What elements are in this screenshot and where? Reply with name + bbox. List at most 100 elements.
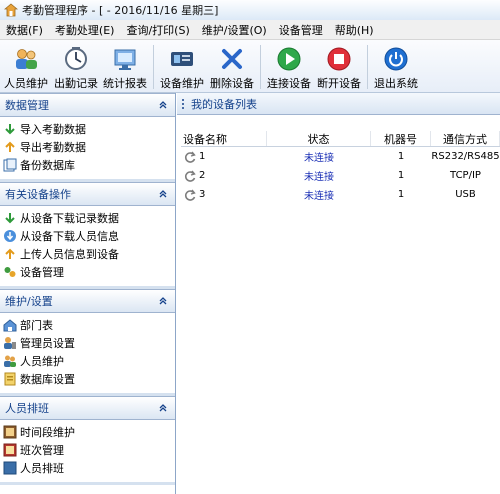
machine-id: 1 — [397, 189, 405, 200]
sidebar-item-shift-management[interactable]: 班次管理 — [3, 441, 175, 459]
comm-mode: TCP/IP — [450, 170, 481, 181]
sidebar-item-backup-database[interactable]: 备份数据库 — [3, 156, 175, 174]
schedule-icon — [3, 461, 17, 475]
sidebar-item-label: 班次管理 — [20, 444, 64, 457]
database-icon — [4, 372, 16, 386]
sidebar-item-label: 部门表 — [20, 319, 53, 332]
grip-dots-icon — [182, 98, 184, 109]
menu-bar: 数据(F) 考勤处理(E) 查询/打印(S) 维护/设置(O) 设备管理 帮助(… — [0, 20, 500, 40]
collapse-up-icon[interactable] — [157, 188, 169, 200]
comm-mode: RS232/RS485 — [431, 151, 500, 162]
device-name: 2 — [199, 170, 206, 181]
panel-title: 数据管理 — [5, 99, 49, 112]
refresh-icon — [184, 151, 196, 163]
collapse-up-icon[interactable] — [157, 402, 169, 414]
panel-header[interactable]: 有关设备操作 — [0, 182, 175, 206]
device-icon — [168, 45, 196, 73]
column-header-machine-id[interactable]: 机器号 — [371, 131, 431, 146]
column-header-comm-mode[interactable]: 通信方式 — [431, 131, 500, 146]
sidebar-item-label: 人员维护 — [20, 355, 64, 368]
report-icon — [111, 45, 139, 73]
people-icon — [12, 45, 40, 73]
toolbar-separator — [367, 45, 368, 89]
sidebar-item-download-people[interactable]: 从设备下载人员信息 — [3, 227, 175, 245]
column-header-name[interactable]: 设备名称 — [181, 131, 267, 146]
delete-device-button[interactable]: 删除设备 — [207, 45, 257, 91]
table-row[interactable]: 3 未连接 1 USB — [181, 185, 500, 204]
sidebar-item-upload-people[interactable]: 上传人员信息到设备 — [3, 245, 175, 263]
connect-device-button[interactable]: 连接设备 — [264, 45, 314, 91]
sidebar: 数据管理 导入考勤数据 导出考勤数据 备份数据库 有关设备操作 从设备下载记录数… — [0, 93, 176, 494]
menu-attendance[interactable]: 考勤处理(E) — [49, 22, 121, 38]
comm-mode: USB — [455, 189, 476, 200]
sidebar-item-department[interactable]: 部门表 — [3, 316, 175, 334]
sidebar-item-import-data[interactable]: 导入考勤数据 — [3, 120, 175, 138]
department-icon — [3, 319, 17, 332]
menu-device-manage[interactable]: 设备管理 — [273, 22, 329, 38]
machine-id: 1 — [397, 151, 405, 162]
device-table: 设备名称 状态 机器号 通信方式 1 未连接 1 RS232/RS485 2 未… — [181, 131, 500, 204]
cell-name: 1 — [181, 150, 267, 164]
exit-system-button[interactable]: 退出系统 — [371, 45, 421, 91]
leave-record-button[interactable]: 出勤记录 — [52, 45, 100, 91]
sidebar-item-label: 从设备下载人员信息 — [20, 230, 119, 243]
person-maintain-button[interactable]: 人员维护 — [0, 45, 52, 91]
collapse-up-icon[interactable] — [157, 295, 169, 307]
page-title: 我的设备列表 — [191, 97, 257, 111]
export-arrow-icon — [5, 141, 15, 152]
cell-name: 3 — [181, 188, 267, 202]
sidebar-item-admin-settings[interactable]: 管理员设置 — [3, 334, 175, 352]
window-title: 考勤管理程序 - [ - 2016/11/16 星期三] — [22, 4, 219, 17]
device-status: 未连接 — [304, 191, 334, 202]
sidebar-item-export-data[interactable]: 导出考勤数据 — [3, 138, 175, 156]
disconnect-device-label: 断开设备 — [317, 77, 361, 90]
panel-title: 维护/设置 — [5, 295, 53, 308]
menu-query-print[interactable]: 查询/打印(S) — [120, 22, 195, 38]
play-icon — [275, 45, 303, 73]
device-name: 1 — [199, 151, 206, 162]
panel-header[interactable]: 数据管理 — [0, 93, 175, 117]
stats-report-button[interactable]: 统计报表 — [100, 45, 150, 91]
stats-report-label: 统计报表 — [103, 77, 147, 90]
device-list-panel: 我的设备列表 设备名称 状态 机器号 通信方式 1 未连接 1 RS232/RS… — [177, 93, 500, 494]
toolbar-separator — [260, 45, 261, 89]
sidebar-item-label: 上传人员信息到设备 — [20, 248, 119, 261]
machine-id: 1 — [397, 170, 405, 181]
panel-maintain-settings: 维护/设置 部门表 管理员设置 人员维护 数据库设置 — [0, 289, 175, 396]
sidebar-item-person-maintain[interactable]: 人员维护 — [3, 352, 175, 370]
disconnect-device-button[interactable]: 断开设备 — [314, 45, 364, 91]
panel-device-operations: 有关设备操作 从设备下载记录数据 从设备下载人员信息 上传人员信息到设备 设备管… — [0, 182, 175, 289]
device-maintain-button[interactable]: 设备维护 — [157, 45, 207, 91]
column-header-status[interactable]: 状态 — [267, 131, 371, 146]
time-icon — [3, 425, 17, 439]
menu-help[interactable]: 帮助(H) — [329, 22, 380, 38]
download-person-icon — [4, 230, 16, 242]
backup-icon — [3, 158, 17, 172]
people-icon — [4, 355, 16, 367]
leave-record-label: 出勤记录 — [54, 77, 98, 90]
shift-icon — [3, 443, 17, 457]
sidebar-item-label: 时间段维护 — [20, 426, 75, 439]
sidebar-item-label: 管理员设置 — [20, 337, 75, 350]
menu-maintain-settings[interactable]: 维护/设置(O) — [196, 22, 273, 38]
sidebar-item-time-period[interactable]: 时间段维护 — [3, 423, 175, 441]
sidebar-item-person-schedule[interactable]: 人员排班 — [3, 459, 175, 477]
stop-icon — [325, 45, 353, 73]
title-bar: 考勤管理程序 - [ - 2016/11/16 星期三] — [0, 0, 500, 20]
panel-title: 有关设备操作 — [5, 188, 71, 201]
sidebar-item-label: 备份数据库 — [20, 159, 75, 172]
sidebar-item-download-records[interactable]: 从设备下载记录数据 — [3, 209, 175, 227]
sidebar-item-database-settings[interactable]: 数据库设置 — [3, 370, 175, 388]
cell-name: 2 — [181, 169, 267, 183]
refresh-icon — [184, 189, 196, 201]
exit-system-label: 退出系统 — [374, 77, 418, 90]
import-arrow-icon — [5, 124, 15, 135]
sidebar-item-device-management[interactable]: 设备管理 — [3, 263, 175, 281]
panel-header[interactable]: 维护/设置 — [0, 289, 175, 313]
panel-header[interactable]: 人员排班 — [0, 396, 175, 420]
table-row[interactable]: 2 未连接 1 TCP/IP — [181, 166, 500, 185]
collapse-up-icon[interactable] — [157, 99, 169, 111]
menu-data[interactable]: 数据(F) — [0, 22, 49, 38]
table-row[interactable]: 1 未连接 1 RS232/RS485 — [181, 147, 500, 166]
connect-device-label: 连接设备 — [267, 77, 311, 90]
